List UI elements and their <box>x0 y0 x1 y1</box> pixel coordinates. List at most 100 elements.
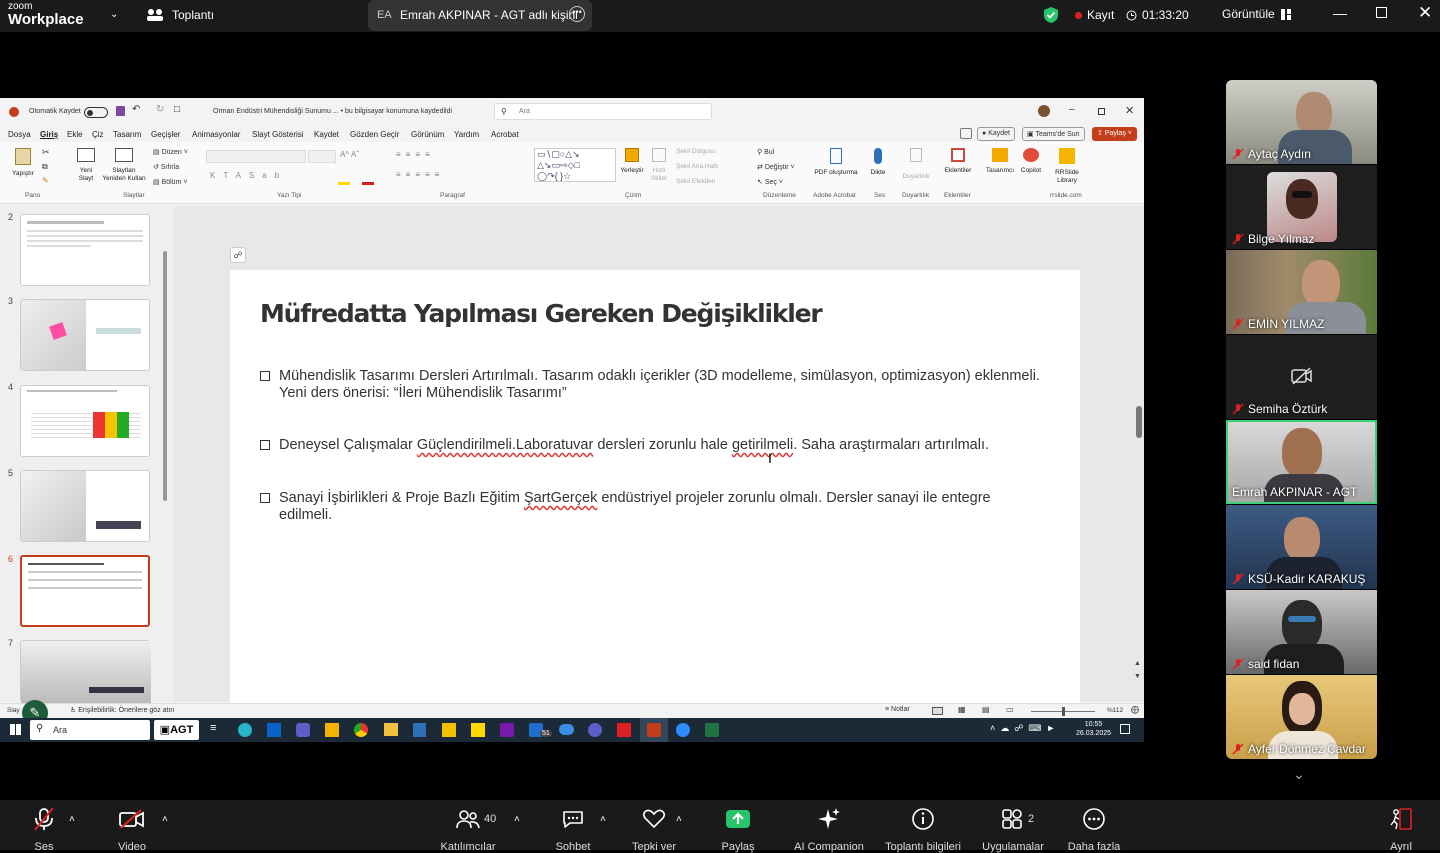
copilot-button[interactable]: Copilot <box>1017 148 1045 174</box>
dictate-button[interactable]: Dikte <box>864 148 892 176</box>
notes-button[interactable]: ≡ Notlar <box>885 706 910 713</box>
meeting-info-button[interactable]: Toplantı bilgileri <box>880 805 966 853</box>
system-tray-icons[interactable]: ˄☁☍⌨► <box>990 723 1060 734</box>
onenote-icon[interactable] <box>500 723 514 737</box>
font-grow-icon[interactable]: A^ Aˇ <box>340 150 359 159</box>
prev-slide-icon[interactable]: ▲ <box>1134 660 1141 667</box>
teams-icon[interactable] <box>296 723 310 737</box>
zoom-slider-thumb[interactable] <box>1062 707 1065 716</box>
designer-button[interactable]: Tasarımcı <box>984 148 1016 174</box>
menu-dosya[interactable]: Dosya <box>8 130 31 139</box>
highlight-icon[interactable] <box>338 182 350 185</box>
more-button[interactable]: Daha fazla <box>1064 805 1124 853</box>
meeting-menu[interactable]: Toplantı <box>146 8 214 22</box>
slide-thumbnail-5[interactable] <box>20 470 150 542</box>
shape-fill-button[interactable]: Şekil Dolgusu <box>676 148 716 155</box>
chrome-icon[interactable] <box>354 723 368 737</box>
participant-tile-6[interactable]: KSÜ-Kadir KARAKUŞ <box>1226 505 1377 589</box>
ppt-close-icon[interactable]: ✕ <box>1125 104 1134 117</box>
quick-styles-button[interactable]: Hızlı Stiller <box>647 148 671 183</box>
present-icon[interactable]: □ <box>174 104 180 115</box>
kaydet-button[interactable]: ● Kaydet <box>977 127 1015 141</box>
video-button[interactable]: Video <box>110 805 154 853</box>
slide-thumbnail-3[interactable] <box>20 299 150 371</box>
redo-icon[interactable]: ↻ <box>156 104 164 115</box>
folder-icon[interactable] <box>384 723 398 736</box>
reset-button[interactable]: ↺ Sıfırla <box>153 163 179 171</box>
reuse-slides-button[interactable]: Slaytları Yeniden Kullan <box>100 148 148 183</box>
more-options-icon[interactable]: ••• <box>569 6 585 22</box>
app-yellow-icon[interactable] <box>442 723 456 737</box>
menu-ekle[interactable]: Ekle <box>67 130 83 139</box>
notifications-icon[interactable] <box>1120 724 1130 734</box>
chevron-down-icon[interactable]: ⌄ <box>110 9 118 20</box>
autosave-toggle[interactable] <box>84 107 108 118</box>
align-buttons[interactable]: ≡≡≡≡≡ <box>396 170 444 179</box>
taskbar-search-box[interactable]: ⚲ Ara <box>30 720 150 740</box>
menu-acrobat[interactable]: Acrobat <box>491 130 519 139</box>
font-color-icon[interactable] <box>362 182 374 185</box>
slideshow-icon[interactable]: ▭ <box>1006 705 1014 714</box>
clock[interactable]: 10:55 26.03.2025 <box>1076 720 1111 738</box>
participant-tile-7[interactable]: said fidan <box>1226 590 1377 674</box>
replace-button[interactable]: ⇄ Değiştir ˅ <box>757 163 795 171</box>
teams-chat-icon[interactable] <box>588 723 602 737</box>
designer-ideas-icon[interactable]: ☍ <box>230 247 246 263</box>
select-button[interactable]: ↖ Seç ˅ <box>757 178 783 186</box>
participant-tile-5-active-speaker[interactable]: Emrah AKPINAR - AGT <box>1226 420 1377 504</box>
next-slide-icon[interactable]: ▼ <box>1134 673 1141 680</box>
leave-button[interactable]: Ayrıl <box>1384 805 1418 853</box>
slide-thumbnail-4[interactable] <box>20 385 150 457</box>
calculator-icon[interactable] <box>413 723 426 737</box>
menu-gorunum[interactable]: Görünüm <box>411 130 444 139</box>
excel-icon[interactable] <box>705 723 719 737</box>
paste-button[interactable]: Yapıştır <box>10 148 36 177</box>
share-button[interactable]: ⇧ Paylaş ˅ <box>1092 127 1137 141</box>
participant-tile-8[interactable]: Ayfer Dönmez Çavdar <box>1226 675 1377 759</box>
copy-icon[interactable]: ⧉ <box>42 162 48 172</box>
reading-view-icon[interactable]: ▤ <box>982 705 990 714</box>
account-avatar[interactable] <box>1038 105 1050 117</box>
arrange-button[interactable]: Yerleştir <box>620 148 644 174</box>
onedrive-icon[interactable] <box>559 724 574 735</box>
menu-giris[interactable]: Giriş <box>40 130 58 139</box>
audio-button[interactable]: Ses <box>24 805 64 853</box>
menu-tasarim[interactable]: Tasarım <box>113 130 141 139</box>
slide-title[interactable]: Müfredatta Yapılması Gereken Değişiklikl… <box>260 299 823 328</box>
menu-slayt-gosterisi[interactable]: Slayt Gösterisi <box>252 130 304 139</box>
menu-kaydet[interactable]: Kaydet <box>314 130 339 139</box>
rrslide-button[interactable]: RRSlide Library <box>1050 148 1084 185</box>
sticky-notes-icon[interactable] <box>471 723 485 737</box>
thumbnails-scrollbar[interactable] <box>163 251 167 501</box>
ppt-search-box[interactable]: ⚲ Ara <box>494 103 712 120</box>
react-button[interactable]: Tepki ver <box>628 805 680 853</box>
slide-sorter-icon[interactable]: ▦ <box>958 705 966 714</box>
edge-icon[interactable] <box>238 723 252 737</box>
participant-tile-4[interactable]: Semiha Öztürk <box>1226 335 1377 419</box>
font-name-field[interactable] <box>206 150 306 163</box>
slide-thumbnail-7[interactable] <box>20 640 151 703</box>
record-indicator[interactable]: Kayıt <box>1075 8 1114 22</box>
windows-start-icon[interactable] <box>10 724 21 735</box>
shape-effects-button[interactable]: Şekil Efektleri <box>676 178 715 185</box>
ai-companion-button[interactable]: AI Companion <box>790 805 868 853</box>
normal-view-icon[interactable] <box>932 707 943 715</box>
maximize-icon[interactable] <box>1376 7 1387 18</box>
font-style-buttons[interactable]: KTASab <box>210 171 287 180</box>
chat-chevron-icon[interactable]: ˄ <box>600 814 606 825</box>
participants-chevron-icon[interactable]: ˄ <box>514 814 520 825</box>
scroll-down-chevron-icon[interactable]: ⌄ <box>1293 766 1305 783</box>
sensitivity-button[interactable]: Duyarlılık <box>898 148 934 180</box>
participant-tile-2[interactable]: Bilge Yılmaz <box>1226 165 1377 249</box>
participant-tile-1[interactable]: Aytaç Aydın <box>1226 80 1377 164</box>
bullet-2[interactable]: Deneysel Çalışmalar Güçlendirilmeli.Labo… <box>260 437 1040 454</box>
outlook-icon[interactable] <box>267 723 281 737</box>
presenter-indicator[interactable]: EA Emrah AKPINAR - AGT adlı kişini ••• <box>368 0 592 31</box>
save-icon[interactable] <box>116 106 125 116</box>
slide-thumbnail-6-selected[interactable] <box>20 555 150 627</box>
create-pdf-button[interactable]: PDF oluşturma <box>814 148 858 177</box>
menu-gecisler[interactable]: Geçişler <box>151 130 180 139</box>
slide-scrollbar[interactable] <box>1136 406 1142 438</box>
addins-button[interactable]: Eklentiler <box>940 148 976 174</box>
section-button[interactable]: ▤ Bölüm ˅ <box>153 178 187 186</box>
